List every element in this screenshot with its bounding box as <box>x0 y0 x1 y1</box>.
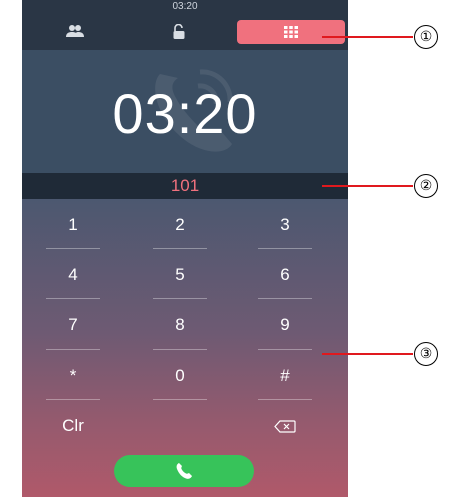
dialed-number-field: 101 <box>22 173 348 199</box>
backspace-button[interactable] <box>255 409 315 443</box>
key-divider <box>258 349 312 350</box>
key-9[interactable]: 9 <box>255 308 315 342</box>
key-0[interactable]: 0 <box>150 359 210 393</box>
key-5[interactable]: 5 <box>150 258 210 292</box>
key-divider <box>46 248 100 249</box>
key-divider <box>46 349 100 350</box>
keypad-icon <box>284 26 298 38</box>
callout-line-2 <box>322 185 413 187</box>
key-6[interactable]: 6 <box>255 258 315 292</box>
key-divider <box>153 399 207 400</box>
tab-bar <box>22 14 348 50</box>
dial-keypad: 1 2 3 4 5 6 7 8 9 * 0 # Clr <box>22 199 348 497</box>
key-8[interactable]: 8 <box>150 308 210 342</box>
key-2[interactable]: 2 <box>150 208 210 242</box>
tab-keypad[interactable] <box>237 20 345 44</box>
callout-label-3: ③ <box>414 342 438 366</box>
key-4[interactable]: 4 <box>43 258 103 292</box>
call-timer: 03:20 <box>112 82 258 145</box>
key-divider <box>153 349 207 350</box>
callout-label-2: ② <box>414 174 438 198</box>
callout-line-3 <box>322 353 413 355</box>
key-divider <box>258 298 312 299</box>
key-hash[interactable]: # <box>255 359 315 393</box>
clear-button[interactable]: Clr <box>43 409 103 443</box>
phone-icon <box>176 463 192 479</box>
key-3[interactable]: 3 <box>255 208 315 242</box>
key-divider <box>153 298 207 299</box>
key-divider <box>258 399 312 400</box>
key-1[interactable]: 1 <box>43 208 103 242</box>
phone-screen: 03:20 03:20 101 1 2 3 4 5 6 7 8 9 * 0 # … <box>22 0 348 497</box>
callout-line-1 <box>322 36 413 38</box>
status-time: 03:20 <box>172 1 198 12</box>
backspace-icon <box>274 419 296 433</box>
key-divider <box>46 399 100 400</box>
key-star[interactable]: * <box>43 359 103 393</box>
key-divider <box>153 248 207 249</box>
status-bar: 03:20 <box>22 0 348 14</box>
call-button[interactable] <box>114 455 254 487</box>
tab-contacts[interactable] <box>52 20 98 44</box>
unlock-icon <box>173 24 185 39</box>
key-divider <box>258 248 312 249</box>
key-7[interactable]: 7 <box>43 308 103 342</box>
callout-label-1: ① <box>414 25 438 49</box>
key-divider <box>46 298 100 299</box>
tab-unlock[interactable] <box>156 20 202 44</box>
call-info-area: 03:20 <box>22 50 348 173</box>
dialed-number: 101 <box>170 176 200 195</box>
contacts-icon <box>66 25 84 37</box>
